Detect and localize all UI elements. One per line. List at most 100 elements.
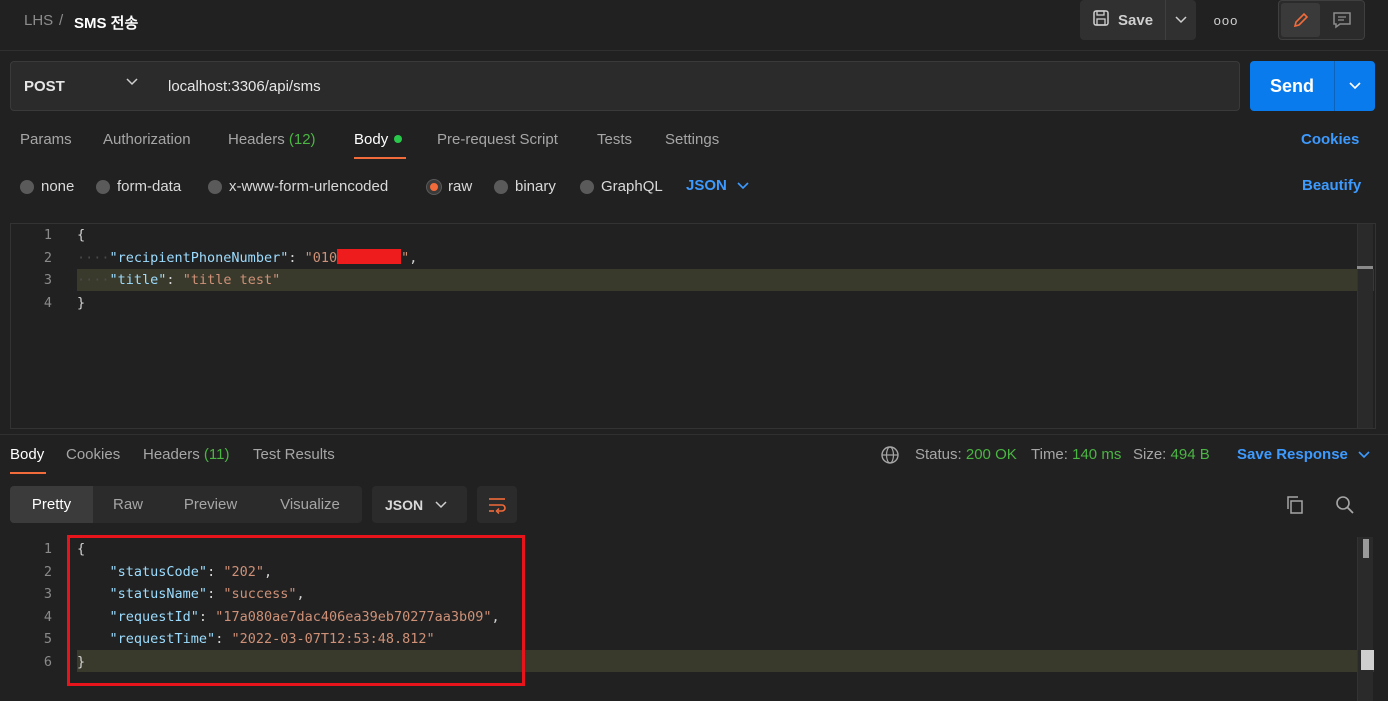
brace-open: { [77,227,86,243]
line-number: 4 [43,608,52,625]
send-label: Send [1269,75,1314,96]
send-button[interactable]: Send [1250,61,1334,111]
search-icon[interactable] [1335,495,1355,515]
chevron-down-icon [737,181,749,189]
time-indicator[interactable]: Time: 140 ms [1031,446,1121,463]
wrap-icon [489,497,506,514]
response-editor-scrollbar[interactable] [1357,537,1373,701]
edit-mode-button[interactable] [1281,3,1320,37]
save-label: Save [1118,11,1154,29]
size-label: Size: [1133,446,1167,463]
more-icon: ooo [1213,12,1239,28]
line-number: 4 [43,294,52,311]
tab-body[interactable]: Body [354,131,403,148]
status-value: 200 OK [965,446,1017,463]
response-format-select[interactable]: JSON [372,486,467,523]
tab-params[interactable]: Params [20,131,72,148]
chevron-down-icon [1175,16,1187,24]
line-number: 1 [43,541,52,557]
tab-headers[interactable]: Headers (12) [228,131,316,148]
radio-circle-selected [427,179,441,194]
response-format-value: JSON [385,496,424,513]
line-number: 1 [43,227,52,243]
radio-label: binary [515,178,556,195]
response-tab-test-results[interactable]: Test Results [253,446,335,463]
status-indicator[interactable]: Status: 200 OK [915,446,1017,463]
tab-body-label: Body [354,131,389,148]
time-value: 140 ms [1072,446,1122,463]
url-input[interactable]: localhost:3306/api/sms [154,61,1240,111]
request-title[interactable]: SMS 전송 [74,12,138,33]
radio-binary[interactable]: binary [494,178,556,195]
json-value: "010 [304,249,338,266]
view-pretty[interactable]: Pretty [10,486,93,523]
radio-raw[interactable]: raw [427,178,472,195]
request-line-numbers: 1 2 3 4 [0,224,52,314]
tab-pre-request-script[interactable]: Pre-request Script [437,131,558,148]
json-key: "title" [109,272,167,288]
active-response-tab-indicator [10,472,46,474]
pane-divider[interactable] [0,434,1388,435]
request-editor-scrollbar[interactable] [1357,224,1373,428]
status-label: Status: [915,446,962,463]
globe-icon[interactable] [880,445,900,465]
radio-circle [494,179,508,194]
size-indicator[interactable]: Size: 494 B [1133,446,1210,463]
radio-x-www-form-urlencoded[interactable]: x-www-form-urlencoded [208,178,388,195]
save-response-button[interactable]: Save Response [1237,446,1370,463]
breadcrumb-workspace[interactable]: LHS [24,12,53,29]
wrap-lines-button[interactable] [477,486,517,523]
radio-circle [580,179,594,194]
pencil-icon [1293,12,1308,28]
view-visualize[interactable]: Visualize [258,486,362,523]
radio-form-data[interactable]: form-data [96,178,181,195]
line-number: 6 [43,653,52,670]
send-options-button[interactable] [1334,61,1375,111]
more-actions-button[interactable]: ooo [1212,10,1240,30]
view-raw[interactable]: Raw [93,486,163,523]
radio-none[interactable]: none [20,178,74,195]
line-number: 2 [43,249,52,266]
chevron-down-icon [1349,82,1361,90]
request-code: { ····"recipientPhoneNumber": "010 ", ···… [77,227,418,311]
comments-button[interactable] [1322,3,1362,37]
radio-label: raw [448,178,473,195]
scrollbar-marker [1361,650,1374,670]
cookies-link[interactable]: Cookies [1301,131,1359,148]
tab-authorization[interactable]: Authorization [103,131,191,148]
radio-circle [208,179,222,194]
line-number: 3 [43,586,52,602]
body-format-select[interactable]: JSON [686,177,749,194]
tab-settings[interactable]: Settings [665,131,719,148]
time-label: Time: [1031,446,1068,463]
save-options-button[interactable] [1165,0,1196,40]
response-tab-headers[interactable]: Headers (11) [143,446,229,463]
response-tab-body[interactable]: Body [10,446,44,463]
line-number: 3 [43,272,52,288]
redaction-block [337,249,402,264]
active-tab-indicator [354,157,406,159]
json-value: "title test" [182,272,281,288]
scrollbar-thumb[interactable] [1357,266,1373,269]
beautify-link[interactable]: Beautify [1302,177,1361,194]
radio-label: GraphQL [601,178,663,195]
chevron-down-icon [1358,450,1370,458]
scrollbar-thumb[interactable] [1363,539,1369,558]
breadcrumb-separator: / [59,12,64,29]
chevron-down-icon [126,78,138,86]
line-number: 2 [43,563,52,580]
method-select[interactable]: POST [10,61,155,111]
body-indicator-dot [394,135,403,144]
copy-icon[interactable] [1285,495,1305,515]
save-button[interactable]: Save [1080,0,1164,40]
response-tab-cookies[interactable]: Cookies [66,446,120,463]
radio-label: none [41,178,75,195]
tab-tests[interactable]: Tests [597,131,632,148]
radio-graphql[interactable]: GraphQL [580,178,663,195]
method-value: POST [24,77,65,95]
highlight-annotation-box [67,535,525,686]
chevron-down-icon [435,500,447,508]
headers-count: (12) [288,131,316,148]
tab-headers-label: Headers [228,131,285,148]
view-preview[interactable]: Preview [163,486,258,523]
